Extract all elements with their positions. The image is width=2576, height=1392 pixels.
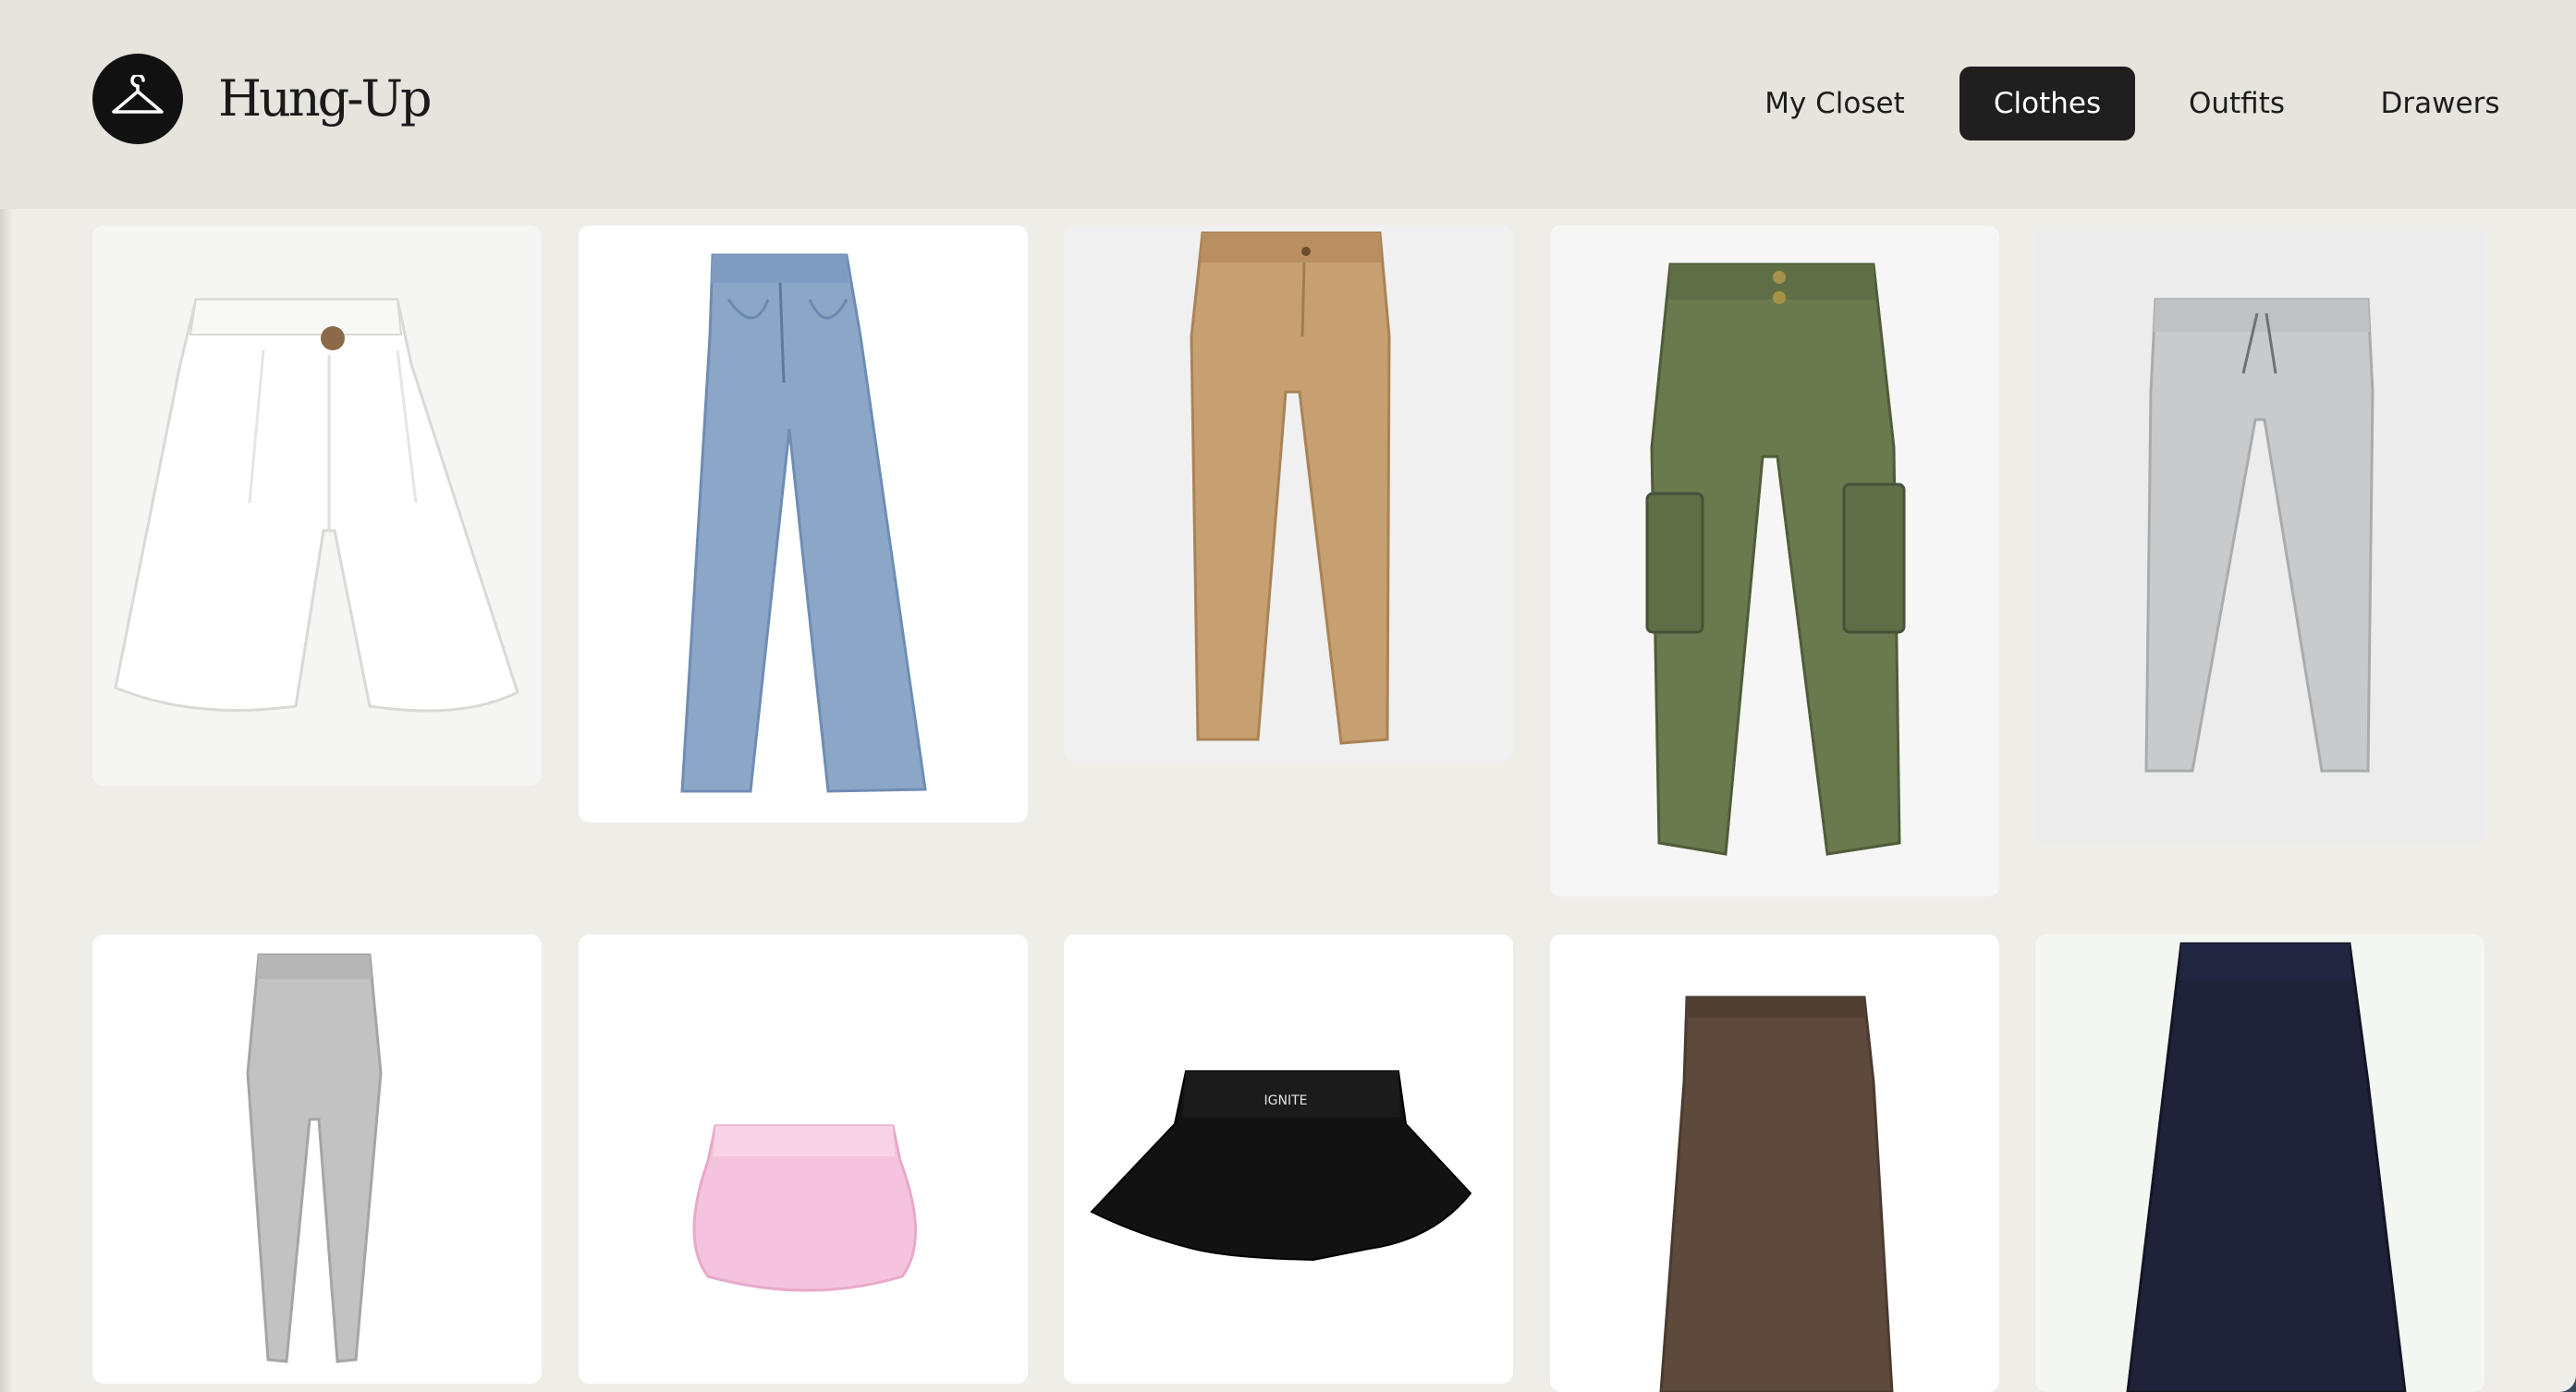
clothing-card-khakis[interactable] bbox=[1064, 226, 1513, 762]
clothing-card-jeans[interactable] bbox=[579, 226, 1028, 823]
nav-outfits[interactable]: Outfits bbox=[2163, 67, 2311, 140]
clothing-card-pink-skirt[interactable] bbox=[579, 934, 1028, 1384]
pink-skirt-image bbox=[692, 1124, 917, 1292]
clothing-card-sweatpants[interactable] bbox=[2035, 226, 2484, 845]
clothing-card-black-skirt[interactable]: IGNITE bbox=[1064, 934, 1513, 1384]
clothing-card-leggings[interactable] bbox=[92, 934, 542, 1384]
header: Hung-Up My Closet Clothes Outfits Drawer… bbox=[0, 0, 2576, 209]
hanger-icon bbox=[112, 75, 164, 114]
brand-name: Hung-Up bbox=[218, 69, 433, 128]
brown-skirt-image bbox=[1659, 995, 1894, 1392]
white-shorts-image bbox=[114, 298, 519, 713]
black-skirt-image: IGNITE bbox=[1090, 1070, 1472, 1262]
nav-drawers[interactable]: Drawers bbox=[2366, 67, 2514, 140]
clothing-card-white-shorts[interactable] bbox=[92, 226, 542, 786]
main-nav: My Closet Clothes Outfits Drawers bbox=[1738, 67, 2514, 140]
clothing-card-brown-skirt[interactable] bbox=[1550, 934, 1999, 1392]
drawer-edge bbox=[0, 209, 13, 1392]
navy-skirt-image bbox=[2126, 942, 2407, 1392]
leggings-image bbox=[246, 953, 383, 1363]
cargo-pants-image bbox=[1645, 263, 1906, 856]
app-window: Hung-Up My Closet Clothes Outfits Drawer… bbox=[0, 0, 2576, 1392]
nav-clothes[interactable]: Clothes bbox=[1959, 67, 2135, 140]
clothing-card-cargo-pants[interactable] bbox=[1550, 226, 1999, 897]
jeans-image bbox=[680, 253, 927, 793]
sweatpants-image bbox=[2144, 298, 2375, 773]
nav-my-closet[interactable]: My Closet bbox=[1738, 67, 1932, 140]
logo[interactable] bbox=[92, 54, 183, 144]
clothing-card-navy-skirt[interactable] bbox=[2035, 934, 2484, 1392]
skirt-brand-text: IGNITE bbox=[1264, 1093, 1308, 1108]
khakis-image bbox=[1190, 231, 1391, 745]
